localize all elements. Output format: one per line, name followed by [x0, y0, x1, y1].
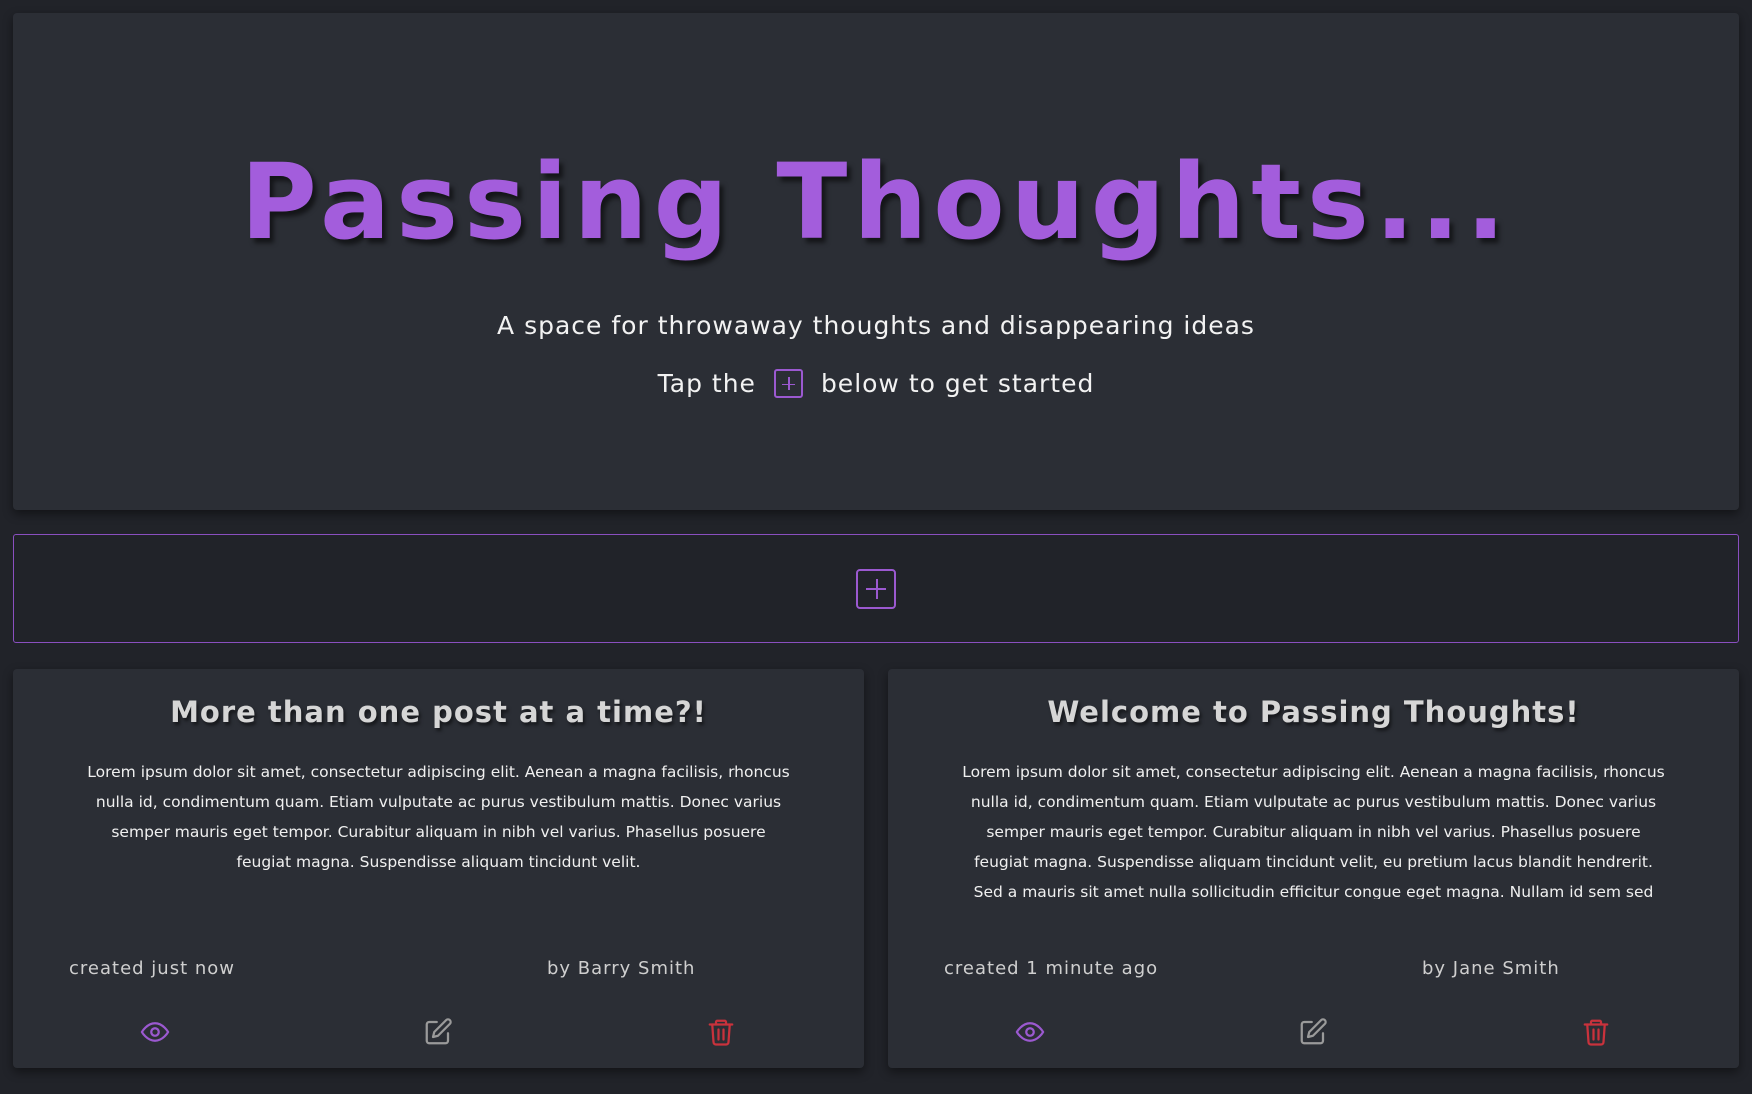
plus-square-icon [773, 369, 803, 398]
post-author: by Jane Smith [1422, 958, 1560, 979]
view-post-button[interactable] [140, 1017, 170, 1047]
eye-icon [1015, 1022, 1045, 1042]
delete-post-button[interactable] [706, 1017, 736, 1047]
add-post-button[interactable] [13, 534, 1739, 643]
eye-icon [140, 1022, 170, 1042]
delete-post-button[interactable] [1581, 1017, 1611, 1047]
post-author: by Barry Smith [547, 958, 696, 979]
post-card: More than one post at a time?! Lorem ips… [13, 669, 864, 1068]
post-title: Welcome to Passing Thoughts! [1047, 695, 1580, 729]
pencil-square-icon [425, 1018, 452, 1045]
post-actions [13, 1017, 864, 1053]
post-created-time: created just now [69, 958, 235, 979]
hint-text-after: below to get started [820, 369, 1095, 398]
post-body: Lorem ipsum dolor sit amet, consectetur … [962, 763, 1665, 899]
view-post-button[interactable] [1015, 1017, 1045, 1047]
pencil-square-icon [1300, 1018, 1327, 1045]
post-card: Welcome to Passing Thoughts! Lorem ipsum… [888, 669, 1739, 1068]
trash-icon [708, 1019, 734, 1046]
plus-square-icon [856, 568, 896, 609]
edit-post-button[interactable] [423, 1017, 453, 1047]
post-body: Lorem ipsum dolor sit amet, consectetur … [87, 763, 790, 871]
page-subtitle: A space for throwaway thoughts and disap… [497, 311, 1255, 340]
post-created-time: created 1 minute ago [944, 958, 1159, 979]
post-title: More than one post at a time?! [170, 695, 707, 729]
trash-icon [1583, 1019, 1609, 1046]
page-title: Passing Thoughts... [240, 141, 1512, 263]
getting-started-hint: Tap the below to get started [13, 369, 1739, 398]
post-actions [888, 1017, 1739, 1053]
edit-post-button[interactable] [1298, 1017, 1328, 1047]
hint-text-before: Tap the [657, 369, 756, 398]
hero-banner: Passing Thoughts... A space for throwawa… [13, 13, 1739, 510]
